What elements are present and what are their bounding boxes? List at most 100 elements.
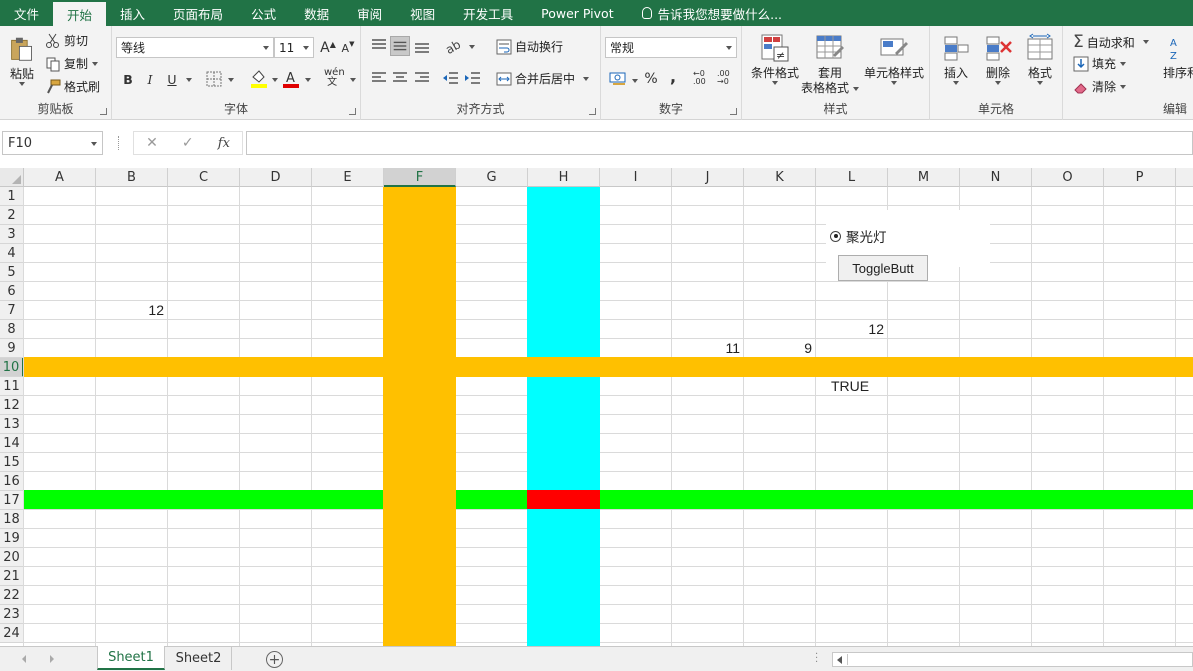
row-header-5[interactable]: 5 [0,263,24,282]
tab-home[interactable]: 开始 [53,2,107,26]
row-header-14[interactable]: 14 [0,434,24,453]
underline-dropdown-icon[interactable] [186,78,192,82]
font-size-select[interactable]: 11 [274,37,314,58]
column-header-o[interactable]: O [1032,168,1104,187]
tab-page-layout[interactable]: 页面布局 [159,0,237,26]
worksheet-grid[interactable]: ABCDEFGHIJKLMNOP 1 2 3 4 5 6 7 8 9 10 11 12 13 14 15 16… [0,168,1193,646]
shrink-font-button[interactable]: A ▼ [338,38,358,58]
column-header-h[interactable]: H [528,168,600,187]
row-header-8[interactable]: 8 [0,320,24,339]
cut-button[interactable]: 剪切 [45,32,88,49]
align-right-icon[interactable] [412,68,432,88]
column-header-p[interactable]: P [1104,168,1176,187]
clear-button[interactable]: 清除 [1073,78,1127,95]
orientation-icon[interactable]: ab [443,36,463,56]
increase-decimal-icon[interactable]: ←0.00 [693,70,706,86]
tab-review[interactable]: 审阅 [343,0,396,26]
copy-button[interactable]: 复制 [45,55,99,72]
tab-developer[interactable]: 开发工具 [449,0,527,26]
row-header-10[interactable]: 10 [0,358,24,377]
row-header-17[interactable]: 17 [0,491,24,510]
tab-data[interactable]: 数据 [290,0,343,26]
column-header-l[interactable]: L [816,168,888,187]
increase-indent-icon[interactable] [463,68,483,88]
italic-button[interactable]: I [140,69,160,89]
chevron-down-icon[interactable] [632,79,638,83]
tab-view[interactable]: 视图 [396,0,449,26]
row-header-4[interactable]: 4 [0,244,24,263]
row-header-3[interactable]: 3 [0,225,24,244]
align-left-icon[interactable] [369,68,389,88]
format-cells-button[interactable]: 格式 [1022,33,1058,85]
percent-button[interactable]: % [641,69,661,89]
row-header-21[interactable]: 21 [0,567,24,586]
chevron-down-icon[interactable] [469,45,475,49]
column-header-m[interactable]: M [888,168,960,187]
row-header-23[interactable]: 23 [0,605,24,624]
cell-j9[interactable]: 11 [672,340,740,359]
sheet-tab-sheet2[interactable]: Sheet2 [166,646,232,670]
column-header-i[interactable]: I [600,168,672,187]
prev-sheet-icon[interactable] [22,655,26,663]
cancel-icon[interactable]: ✕ [146,135,158,151]
number-format-select[interactable]: 常规 [605,37,737,58]
delete-cells-button[interactable]: 删除 [980,33,1016,85]
cell-area[interactable]: 聚光灯 ToggleButt 12 12 11 9 TRUE [23,187,1193,646]
scroll-left-icon[interactable] [837,656,842,664]
format-painter-button[interactable]: 格式刷 [45,78,100,95]
decrease-decimal-icon[interactable]: .00 →0 [717,70,730,86]
horizontal-scrollbar[interactable] [832,652,1193,667]
row-header-24[interactable]: 24 [0,624,24,643]
fill-button[interactable]: 填充 [1073,55,1127,72]
align-middle-icon[interactable] [390,36,410,56]
row-header-15[interactable]: 15 [0,453,24,472]
enter-icon[interactable]: ✓ [182,135,194,151]
align-center-icon[interactable] [390,68,410,88]
wrap-text-button[interactable]: 自动换行 [496,38,563,55]
column-header-c[interactable]: C [168,168,240,187]
row-header-20[interactable]: 20 [0,548,24,567]
name-box[interactable]: F10 [2,131,103,155]
grow-font-button[interactable]: A ▲ [318,38,338,58]
row-header-18[interactable]: 18 [0,510,24,529]
currency-icon[interactable] [609,70,627,86]
merge-center-button[interactable]: 合并后居中 [496,70,590,87]
formula-bar-grip[interactable] [118,136,120,150]
row-header-7[interactable]: 7 [0,301,24,320]
row-header-22[interactable]: 22 [0,586,24,605]
cell-l11[interactable]: TRUE [816,378,884,397]
column-header-partial[interactable] [1176,168,1193,187]
insert-cells-button[interactable]: 插入 [938,33,974,85]
row-header-19[interactable]: 19 [0,529,24,548]
insert-function-icon[interactable]: fx [218,136,230,151]
border-icon[interactable] [206,71,222,87]
tab-power-pivot[interactable]: Power Pivot [527,0,627,26]
column-header-n[interactable]: N [960,168,1032,187]
dialog-launcher-icon[interactable] [349,108,356,115]
cell-k9[interactable]: 9 [744,340,812,359]
scrollbar-thumb[interactable] [847,654,1187,665]
select-all-button[interactable] [0,168,24,187]
row-header-6[interactable]: 6 [0,282,24,301]
row-header-13[interactable]: 13 [0,415,24,434]
conditional-formatting-button[interactable]: ≠ 条件格式 [746,33,804,85]
chevron-down-icon[interactable] [305,78,311,82]
row-header-9[interactable]: 9 [0,339,24,358]
row-header-11[interactable]: 11 [0,377,24,396]
tab-formulas[interactable]: 公式 [237,0,290,26]
chevron-down-icon[interactable] [228,78,234,82]
tell-me-search[interactable]: 告诉我您想要做什么... [628,0,796,26]
paste-button[interactable]: 粘贴 [6,34,38,86]
column-header-e[interactable]: E [312,168,384,187]
sort-filter-button[interactable]: AZ 排序和 [1161,33,1193,81]
column-header-k[interactable]: K [744,168,816,187]
decrease-indent-icon[interactable] [441,68,461,88]
column-header-f[interactable]: F [384,168,456,187]
fill-color-icon[interactable] [250,69,268,89]
row-header-12[interactable]: 12 [0,396,24,415]
cell-b7[interactable]: 12 [96,302,164,321]
phonetic-guide-icon[interactable]: wén 文 [324,68,345,88]
sheet-tab-sheet1[interactable]: Sheet1 [97,646,165,670]
tab-insert[interactable]: 插入 [106,0,159,26]
spotlight-option-button[interactable]: 聚光灯 [830,226,887,246]
